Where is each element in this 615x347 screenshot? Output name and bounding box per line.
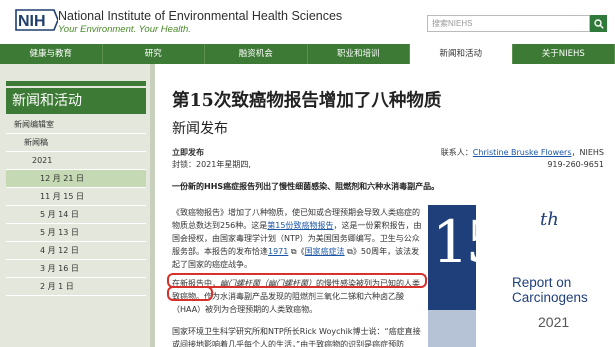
report-number: 15 [432,208,503,276]
report-title: Report on Carcinogens [512,275,588,305]
p1-text-c: 《 [296,247,305,256]
nav-research[interactable]: 研究 [103,44,205,64]
search-button[interactable] [590,15,607,32]
report-title-line2: Carcinogens [512,290,588,305]
sidebar-item-may-13[interactable]: 5 月 13 日 [6,224,146,242]
org-name[interactable]: National Institute of Environmental Heal… [58,9,342,23]
main-nav: 健康与教育 研究 融资机会 职业和培训 新闻和活动 关于NIEHS [0,44,615,64]
paragraph-quote: 国家环境卫生科学研究所和NTP所长Rick Woychik博士说：“癌症直接或间… [172,327,421,347]
report-year: 2021 [538,314,570,330]
sidebar-item-may-14[interactable]: 5 月 14 日 [6,206,146,224]
paragraph-intro: 《致癌物报告》增加了八种物质，使已知或合理预期会导致人类癌症的物质总数达到256… [172,206,422,271]
search-icon [593,18,604,29]
sidebar-item-newsroom[interactable]: 新闻编辑室 [6,116,146,134]
nih-logo-icon[interactable]: NIH [14,6,58,34]
summary-line: 一份新的HHS癌症报告列出了慢性细菌感染、阻燃剂和六种水消毒副产品。 [172,182,440,191]
cancer-act-link[interactable]: 国家癌症法 [305,247,345,256]
nav-careers[interactable]: 职业和培训 [308,44,410,64]
report-cover-image: 15 th Report on Carcinogens 2021 [428,205,606,347]
sidebar-item-mar-16[interactable]: 3 月 16 日 [6,260,146,278]
sidebar-item-dec-21[interactable]: 12 月 21 日 [6,170,146,188]
search-input[interactable] [427,15,590,32]
sidebar: 新闻和活动 新闻编辑室 新闻稿 2021 12 月 21 日 11 月 15 日… [0,64,150,347]
nav-funding[interactable]: 融资机会 [205,44,308,64]
sidebar-list: 新闻编辑室 新闻稿 2021 12 月 21 日 11 月 15 日 5 月 1… [6,116,146,296]
report-title-line1: Report on [512,275,572,290]
sidebar-item-feb-1[interactable]: 2 月 1 日 [6,278,146,296]
year-1971-link[interactable]: 1971 [268,247,288,256]
release-info: 立即发布 封锁：2021年星期四, [172,147,251,171]
sidebar-title: 新闻和活动 [6,88,146,114]
report-number-suffix: th [540,209,559,230]
report-link[interactable]: 第15份致癌物报告 [267,221,333,230]
page-title: 第15次致癌物报告增加了八种物质 [172,91,442,111]
site-header: NIH National Institute of Environmental … [0,0,615,44]
report-cover-stripe [428,310,476,347]
contact-org: ，NIEHS [571,148,605,157]
nav-news-events[interactable]: 新闻和活动 [410,44,513,64]
sidebar-item-2021[interactable]: 2021 [6,152,146,170]
highlight-box-line2 [167,286,213,301]
nav-health-education[interactable]: 健康与教育 [0,44,103,64]
tagline: Your Environment. Your Health. [58,24,191,35]
contact-info: 联系人：Christine Bruske Flowers，NIEHS 919-2… [428,147,604,171]
logo-text: NIH [18,13,46,30]
sidebar-item-nov-15[interactable]: 11 月 15 日 [6,188,146,206]
contact-link[interactable]: Christine Bruske Flowers [473,148,572,157]
sidebar-accent [6,81,146,86]
sidebar-item-press-releases[interactable]: 新闻稿 [6,134,146,152]
release-label: 立即发布 [172,148,204,157]
section-subtitle: 新闻发布 [172,121,228,137]
sidebar-item-apr-12[interactable]: 4 月 12 日 [6,242,146,260]
contact-phone: 919-260-9651 [547,160,604,169]
nav-about[interactable]: 关于NIEHS [513,44,615,64]
contact-label: 联系人： [440,148,473,157]
release-date: 封锁：2021年星期四, [172,160,251,169]
